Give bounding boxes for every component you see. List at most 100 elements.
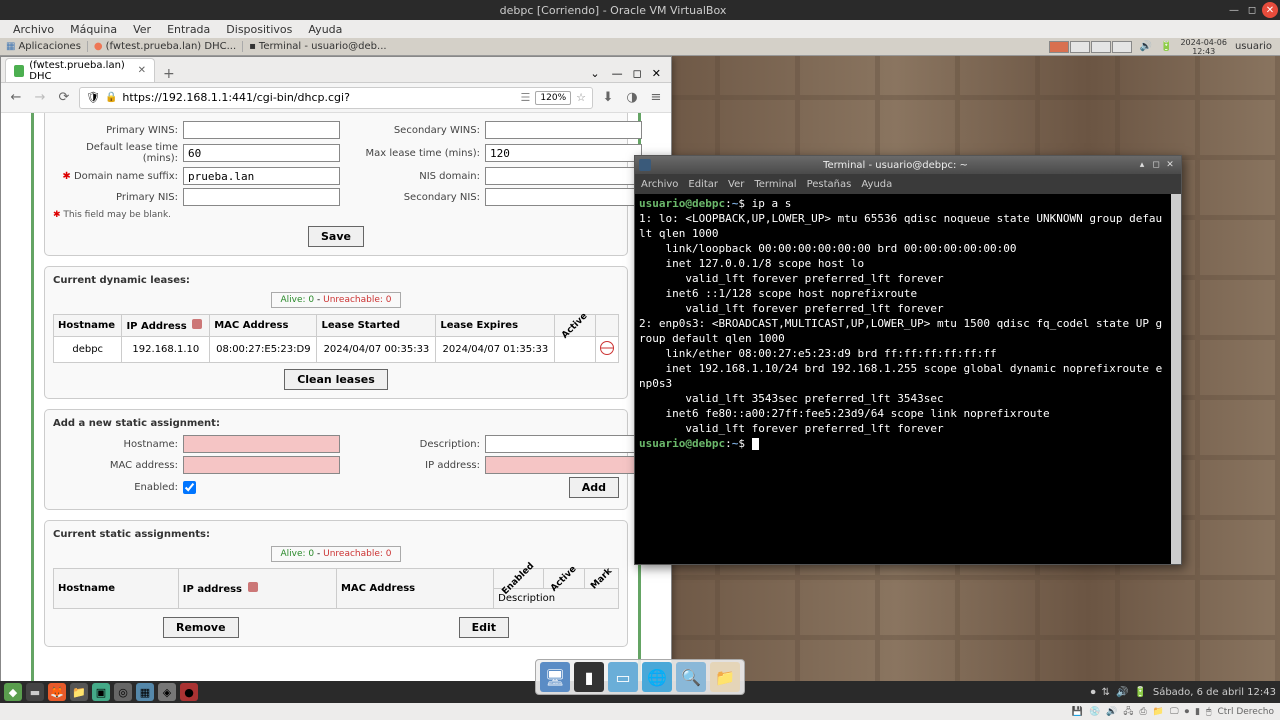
nis-domain-input[interactable]	[485, 167, 642, 185]
dock-search[interactable]: 🔍	[676, 662, 706, 692]
taskbar-firefox[interactable]: 🦊	[48, 683, 66, 701]
bookmark-star-icon[interactable]: ☆	[576, 91, 586, 104]
dock-folder[interactable]: 📁	[710, 662, 740, 692]
tray-network-icon[interactable]: ⇅	[1102, 687, 1110, 698]
hostname-input[interactable]	[183, 435, 340, 453]
dock-terminal[interactable]: ▮	[574, 662, 604, 692]
sb-display-icon[interactable]: 🖵	[1170, 707, 1179, 717]
nav-forward[interactable]: →	[31, 89, 49, 107]
add-button[interactable]: Add	[569, 477, 619, 498]
minimize-button[interactable]: —	[1226, 2, 1242, 18]
close-button[interactable]: ✕	[1262, 2, 1278, 18]
terminal-body[interactable]: usuario@debpc:~$ ip a s 1: lo: <LOOPBACK…	[635, 194, 1181, 564]
dock-files[interactable]: ▭	[608, 662, 638, 692]
max-lease-input[interactable]	[485, 144, 642, 162]
lease-mac-header[interactable]: MAC Address	[210, 315, 317, 337]
domain-suffix-input[interactable]	[183, 167, 340, 185]
start-menu-button[interactable]: ◆	[4, 683, 22, 701]
vbox-menu-ver[interactable]: Ver	[125, 23, 159, 36]
secondary-nis-input[interactable]	[485, 188, 642, 206]
term-menu-editar[interactable]: Editar	[688, 179, 718, 190]
sb-mouse-icon[interactable]: 🖱	[1206, 707, 1211, 717]
static-mac-header[interactable]: MAC Address	[336, 569, 493, 609]
panel-task-terminal[interactable]: ▪Terminal - usuario@deb...	[242, 41, 392, 52]
lease-active-header[interactable]: Active	[555, 315, 596, 337]
taskbar-files[interactable]: 📁	[70, 683, 88, 701]
taskbar-app3[interactable]: ▦	[136, 683, 154, 701]
ip-input[interactable]	[485, 456, 642, 474]
remove-button[interactable]: Remove	[163, 617, 239, 638]
browser-maximize[interactable]: ◻	[629, 67, 646, 80]
lease-started-header[interactable]: Lease Started	[317, 315, 436, 337]
sound-icon[interactable]: 🔊	[1140, 41, 1152, 52]
term-menu-archivo[interactable]: Archivo	[641, 179, 678, 190]
sb-shared-icon[interactable]: 📁	[1153, 707, 1164, 717]
tray-battery-icon[interactable]: 🔋	[1134, 687, 1146, 698]
zoom-level[interactable]: 120%	[535, 91, 571, 105]
sb-cpu-icon[interactable]: ▮	[1195, 707, 1200, 717]
nav-reload[interactable]: ⟳	[55, 89, 73, 107]
downloads-icon[interactable]: ⬇	[599, 89, 617, 107]
browser-tab[interactable]: (fwtest.prueba.lan) DHC ✕	[5, 58, 155, 82]
term-menu-pestanas[interactable]: Pestañas	[807, 179, 852, 190]
shield-icon[interactable]: 🛡	[86, 91, 100, 104]
lease-delete[interactable]	[596, 337, 619, 363]
browser-chevron-down-icon[interactable]: ⌄	[584, 67, 605, 80]
enabled-checkbox[interactable]	[183, 481, 196, 494]
account-icon[interactable]: ◑	[623, 89, 641, 107]
taskbar-clock[interactable]: Sábado, 6 de abril 12:43	[1153, 687, 1276, 698]
term-close[interactable]: ✕	[1163, 158, 1177, 172]
primary-wins-input[interactable]	[183, 121, 340, 139]
sb-cd-icon[interactable]: 💿	[1089, 707, 1100, 717]
term-menu-ver[interactable]: Ver	[728, 179, 744, 190]
static-hostname-header[interactable]: Hostname	[54, 569, 179, 609]
nav-back[interactable]: ←	[7, 89, 25, 107]
vbox-menu-entrada[interactable]: Entrada	[159, 23, 218, 36]
clean-leases-button[interactable]: Clean leases	[284, 369, 388, 390]
term-menu-ayuda[interactable]: Ayuda	[861, 179, 892, 190]
panel-task-browser[interactable]: ●(fwtest.prueba.lan) DHC...	[87, 41, 242, 52]
taskbar-app2[interactable]: ◎	[114, 683, 132, 701]
default-lease-input[interactable]	[183, 144, 340, 162]
vbox-menu-maquina[interactable]: Máquina	[62, 23, 125, 36]
sb-usb-icon[interactable]: ⎙	[1139, 707, 1146, 717]
battery-icon[interactable]: 🔋	[1160, 41, 1172, 52]
new-tab-button[interactable]: +	[155, 66, 183, 82]
sb-hd-icon[interactable]: 💾	[1072, 707, 1083, 717]
browser-minimize[interactable]: —	[608, 67, 627, 80]
taskbar-record[interactable]: ●	[180, 683, 198, 701]
taskbar-app4[interactable]: ◈	[158, 683, 176, 701]
edit-button[interactable]: Edit	[459, 617, 509, 638]
workspace-switcher[interactable]	[1049, 41, 1132, 53]
lock-icon[interactable]: 🔒	[105, 92, 117, 103]
dock-web[interactable]: 🌐	[642, 662, 672, 692]
maximize-button[interactable]: ◻	[1244, 2, 1260, 18]
secondary-wins-input[interactable]	[485, 121, 642, 139]
term-menu-terminal[interactable]: Terminal	[754, 179, 796, 190]
primary-nis-input[interactable]	[183, 188, 340, 206]
hamburger-menu-icon[interactable]: ≡	[647, 89, 665, 107]
term-minimize[interactable]: ▴	[1135, 158, 1149, 172]
tray-sound-icon[interactable]: 🔊	[1116, 687, 1128, 698]
browser-close[interactable]: ✕	[648, 67, 665, 80]
sb-rec-icon[interactable]: ⏺	[1185, 707, 1190, 717]
vbox-menu-ayuda[interactable]: Ayuda	[300, 23, 350, 36]
sb-audio-icon[interactable]: 🔊	[1106, 707, 1117, 717]
tray-record-icon[interactable]: ⏺	[1091, 687, 1096, 698]
static-mark-header[interactable]: Mark	[584, 569, 618, 589]
static-active-header[interactable]: Active	[543, 569, 584, 589]
static-ip-header[interactable]: IP address	[178, 569, 336, 609]
url-bar[interactable]: 🛡 🔒 https://192.168.1.1:441/cgi-bin/dhcp…	[79, 87, 593, 109]
lease-ip-header[interactable]: IP Address	[122, 315, 210, 337]
tab-close[interactable]: ✕	[138, 65, 146, 76]
taskbar-show-desktop[interactable]: ▬	[26, 683, 44, 701]
panel-clock[interactable]: 2024-04-06 12:43	[1180, 38, 1227, 56]
vbox-menu-archivo[interactable]: Archivo	[5, 23, 62, 36]
lease-hostname-header[interactable]: Hostname	[54, 315, 122, 337]
description-input[interactable]	[485, 435, 642, 453]
save-button[interactable]: Save	[308, 226, 364, 247]
dock-desktop[interactable]: 🖥	[540, 662, 570, 692]
term-maximize[interactable]: ◻	[1149, 158, 1163, 172]
taskbar-app1[interactable]: ▣	[92, 683, 110, 701]
sb-net-icon[interactable]: 🖧	[1123, 704, 1133, 720]
